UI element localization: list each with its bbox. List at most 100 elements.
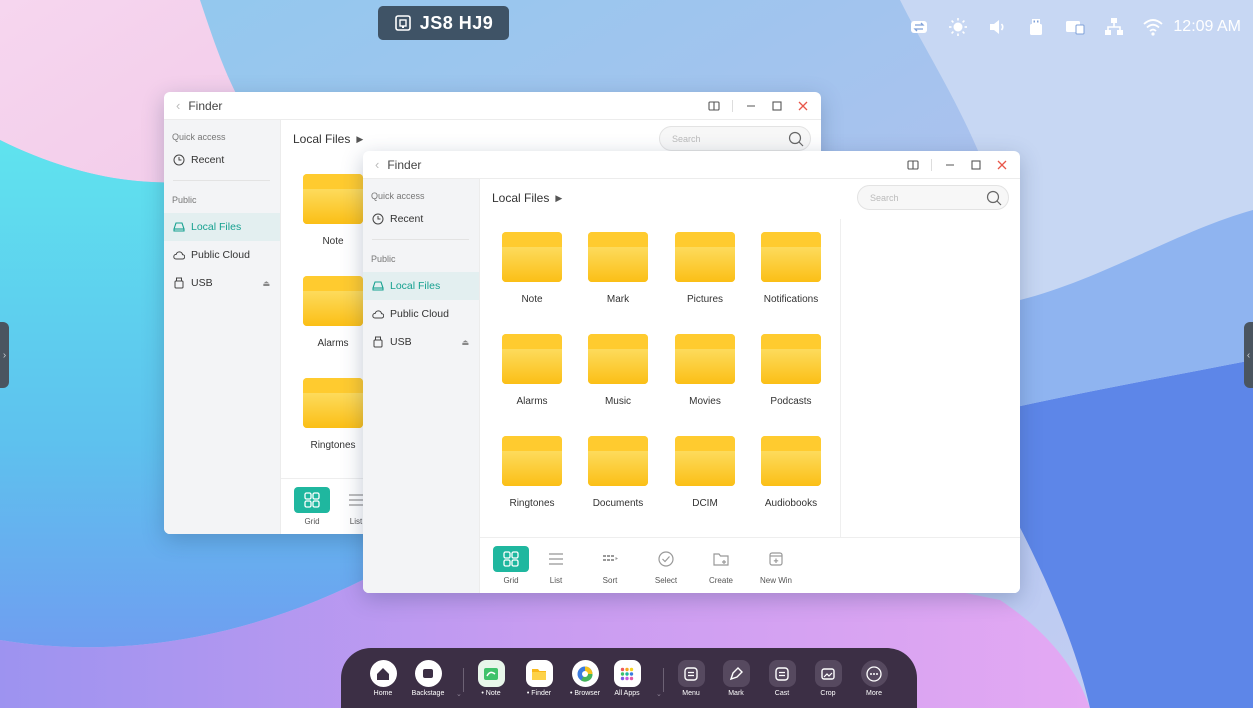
- dock-cast-button[interactable]: Cast: [762, 660, 802, 697]
- display-source-icon[interactable]: [1064, 16, 1086, 38]
- folder-item[interactable]: Podcasts: [752, 330, 840, 432]
- toolbar: Grid List Sort Select Create New Win: [480, 537, 1020, 593]
- folder-item[interactable]: DCIM: [666, 432, 754, 534]
- close-icon[interactable]: [994, 157, 1010, 173]
- sort-button[interactable]: Sort: [590, 546, 630, 585]
- titlebar[interactable]: ‹ Finder: [164, 92, 821, 120]
- new-window-button[interactable]: New Win: [756, 546, 796, 585]
- folder-icon: [303, 276, 363, 326]
- folder-icon: [502, 334, 562, 384]
- device-code-badge: JS8 HJ9: [378, 6, 509, 40]
- dock-home-button[interactable]: Home: [363, 660, 403, 697]
- back-chevron-icon[interactable]: ‹: [176, 98, 180, 113]
- folder-label: Documents: [592, 498, 644, 509]
- breadcrumb[interactable]: Local Files ▶: [293, 132, 363, 146]
- minimize-icon[interactable]: [743, 98, 759, 114]
- sidebar-item-usb[interactable]: USB ⏏: [363, 328, 479, 356]
- screen-lock-icon: [394, 15, 411, 31]
- folder-label: Pictures: [686, 294, 724, 305]
- sidebar-section-quick-access: Quick access: [172, 132, 226, 142]
- usb-drive-icon[interactable]: [1025, 16, 1047, 38]
- sidebar-section-quick-access: Quick access: [371, 191, 425, 201]
- brightness-icon[interactable]: [947, 16, 969, 38]
- hard-drive-icon: [173, 222, 185, 232]
- eject-icon[interactable]: ⏏: [262, 279, 270, 288]
- finder-window-front[interactable]: ‹ Finder Quick access Recent Public Loca…: [363, 151, 1020, 593]
- minimize-icon[interactable]: [942, 157, 958, 173]
- folder-icon: [675, 334, 735, 384]
- search-placeholder: Search: [870, 192, 899, 203]
- close-icon[interactable]: [795, 98, 811, 114]
- folder-item[interactable]: Music: [579, 330, 667, 432]
- dock-browser-button[interactable]: • Browser: [565, 660, 605, 697]
- folder-item[interactable]: Mark: [579, 228, 667, 330]
- split-view-icon[interactable]: [706, 98, 722, 114]
- folder-label: DCIM: [692, 498, 718, 509]
- dock-note-button[interactable]: • Note: [471, 660, 511, 697]
- expand-icon[interactable]: ⌄: [456, 690, 462, 698]
- sidebar-item-label: Local Files: [191, 221, 242, 233]
- dock-label: All Apps: [614, 690, 640, 697]
- create-button[interactable]: Create: [701, 546, 741, 585]
- more-icon: [860, 660, 888, 687]
- grid-view-button[interactable]: Grid: [292, 487, 332, 526]
- dock-mark-button[interactable]: Mark: [716, 660, 756, 697]
- search-input[interactable]: Search: [659, 126, 811, 151]
- grid-view-button[interactable]: Grid: [491, 546, 531, 585]
- dock-more-button[interactable]: More: [854, 660, 894, 697]
- cast-switch-icon[interactable]: [908, 16, 930, 38]
- dock-label: Mark: [728, 690, 744, 697]
- list-view-button[interactable]: List: [536, 546, 576, 585]
- sidebar-item-public-cloud[interactable]: Public Cloud: [164, 241, 280, 269]
- folder-item[interactable]: Ringtones: [493, 432, 581, 534]
- folder-label: Alarms: [317, 338, 349, 349]
- folder-item[interactable]: Alarms: [493, 330, 581, 432]
- sidebar-item-public-cloud[interactable]: Public Cloud: [363, 300, 479, 328]
- folder-item[interactable]: Pictures: [666, 228, 754, 330]
- ethernet-icon[interactable]: [1103, 16, 1125, 38]
- sidebar-item-local-files[interactable]: Local Files: [164, 213, 280, 241]
- dock-finder-button[interactable]: • Finder: [519, 660, 559, 697]
- folder-item[interactable]: Documents: [579, 432, 667, 534]
- folder-icon: [675, 232, 735, 282]
- sidebar-item-local-files[interactable]: Local Files: [363, 272, 479, 300]
- eject-icon[interactable]: ⏏: [461, 338, 469, 347]
- folder-item[interactable]: Notifications: [752, 228, 840, 330]
- folder-item[interactable]: Movies: [666, 330, 754, 432]
- folder-item[interactable]: Audiobooks: [752, 432, 840, 534]
- maximize-icon[interactable]: [769, 98, 785, 114]
- divider: [663, 668, 664, 692]
- titlebar[interactable]: ‹ Finder: [363, 151, 1020, 179]
- triangle-right-icon: ▶: [555, 192, 563, 203]
- search-input[interactable]: Search: [857, 185, 1009, 210]
- sidebar-item-usb[interactable]: USB ⏏: [164, 269, 280, 297]
- search-icon: [986, 190, 1002, 205]
- left-edge-handle[interactable]: ›: [0, 322, 9, 388]
- device-code-text: JS8 HJ9: [419, 12, 494, 33]
- maximize-icon[interactable]: [968, 157, 984, 173]
- chevron-left-icon: ‹: [1246, 349, 1251, 361]
- select-button[interactable]: Select: [646, 546, 686, 585]
- folder-item[interactable]: Note: [493, 228, 581, 330]
- back-chevron-icon[interactable]: ‹: [375, 157, 379, 172]
- breadcrumb[interactable]: Local Files ▶: [492, 191, 562, 205]
- dock-crop-button[interactable]: Crop: [808, 660, 848, 697]
- split-view-icon[interactable]: [905, 157, 921, 173]
- volume-icon[interactable]: [986, 16, 1008, 38]
- divider: [732, 100, 733, 112]
- new-window-icon: [758, 546, 794, 572]
- wifi-icon[interactable]: [1142, 16, 1164, 38]
- sidebar: Quick access Recent Public Local Files P…: [164, 120, 281, 534]
- expand-icon[interactable]: ⌄: [656, 690, 662, 698]
- sidebar-section-public: Public: [172, 195, 197, 205]
- sidebar-item-recent[interactable]: Recent: [164, 146, 280, 174]
- sidebar-item-recent[interactable]: Recent: [363, 205, 479, 233]
- right-edge-handle[interactable]: ‹: [1244, 322, 1253, 388]
- sidebar-item-label: Recent: [191, 154, 225, 166]
- dock-all-apps-button[interactable]: All Apps: [607, 660, 647, 697]
- divider: [840, 219, 841, 537]
- dock-backstage-button[interactable]: Backstage: [408, 660, 448, 697]
- sidebar-item-label: Local Files: [390, 280, 441, 292]
- folder-icon: [588, 232, 648, 282]
- dock-menu-button[interactable]: Menu: [671, 660, 711, 697]
